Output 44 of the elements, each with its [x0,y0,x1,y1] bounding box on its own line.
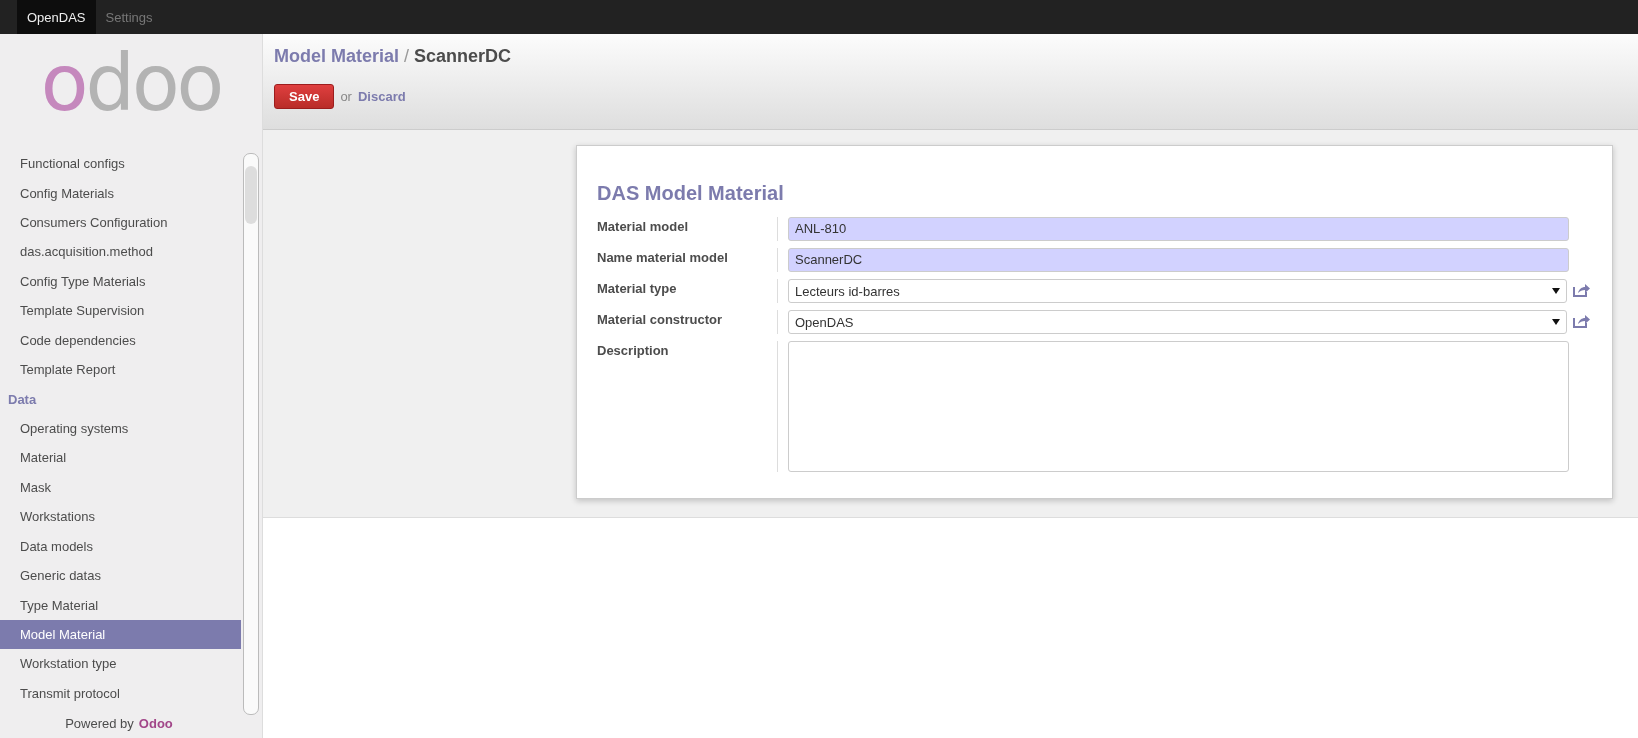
or-text: or [340,89,352,104]
description-field[interactable] [788,341,1569,472]
field-label: Material constructor [597,310,778,334]
sidebar-item[interactable]: Workstations [0,502,241,532]
sidebar-item[interactable]: Functional configs [0,149,241,179]
sidebar-item[interactable]: Template Supervision [0,296,241,326]
breadcrumb-link[interactable]: Model Material [274,46,400,67]
breadcrumb-separator: / [404,46,410,67]
breadcrumb-current: ScannerDC [414,46,512,67]
dropdown-field[interactable]: Lecteurs id-barres [788,279,1567,303]
input-field[interactable]: ANL-810 [788,217,1569,241]
field-label: Name material model [597,248,778,272]
form-title: DAS Model Material [597,182,785,205]
sidebar-item[interactable]: Workstation type [0,649,241,679]
sidebar-item[interactable]: Template Report [0,354,241,385]
sidebar-item[interactable]: Transmit protocol [0,678,241,708]
field-label: Material type [597,279,778,303]
sidebar-item[interactable]: Model Material [0,619,241,650]
save-button[interactable]: Save [274,84,335,109]
sidebar-item[interactable]: Data models [0,531,241,561]
logo: odoo [40,43,222,122]
sidebar-item[interactable]: Config Type Materials [0,266,241,297]
top-menu-item[interactable]: OpenDAS [17,0,96,34]
sidebar-item[interactable]: Operating systems [0,413,241,444]
odoo-link[interactable]: Odoo [138,715,173,731]
sidebar-item[interactable]: Material [0,443,241,473]
sidebar-item[interactable]: Type Material [0,590,241,620]
sidebar-item[interactable]: Config Materials [0,178,241,208]
external-link-icon[interactable] [1573,314,1591,328]
sidebar-item[interactable]: Generic datas [0,560,241,591]
caret-icon [1552,319,1560,325]
dropdown-field[interactable]: OpenDAS [788,310,1567,334]
powered-by-text: Powered by [65,715,134,731]
field-label: Description [597,341,778,472]
caret-icon [1552,288,1560,294]
top-menu-item[interactable]: Settings [95,0,163,34]
input-field[interactable]: ScannerDC [788,248,1569,272]
sidebar-item[interactable]: das.acquisition.method [0,237,241,267]
sidebar-item[interactable]: Code dependencies [0,325,241,355]
sidebar-item[interactable]: Mask [0,472,241,503]
external-link-icon[interactable] [1573,283,1591,297]
sidebar-item[interactable]: Consumers Configuration [0,207,241,238]
scrollbar[interactable] [243,153,259,715]
field-label: Material model [597,217,778,241]
